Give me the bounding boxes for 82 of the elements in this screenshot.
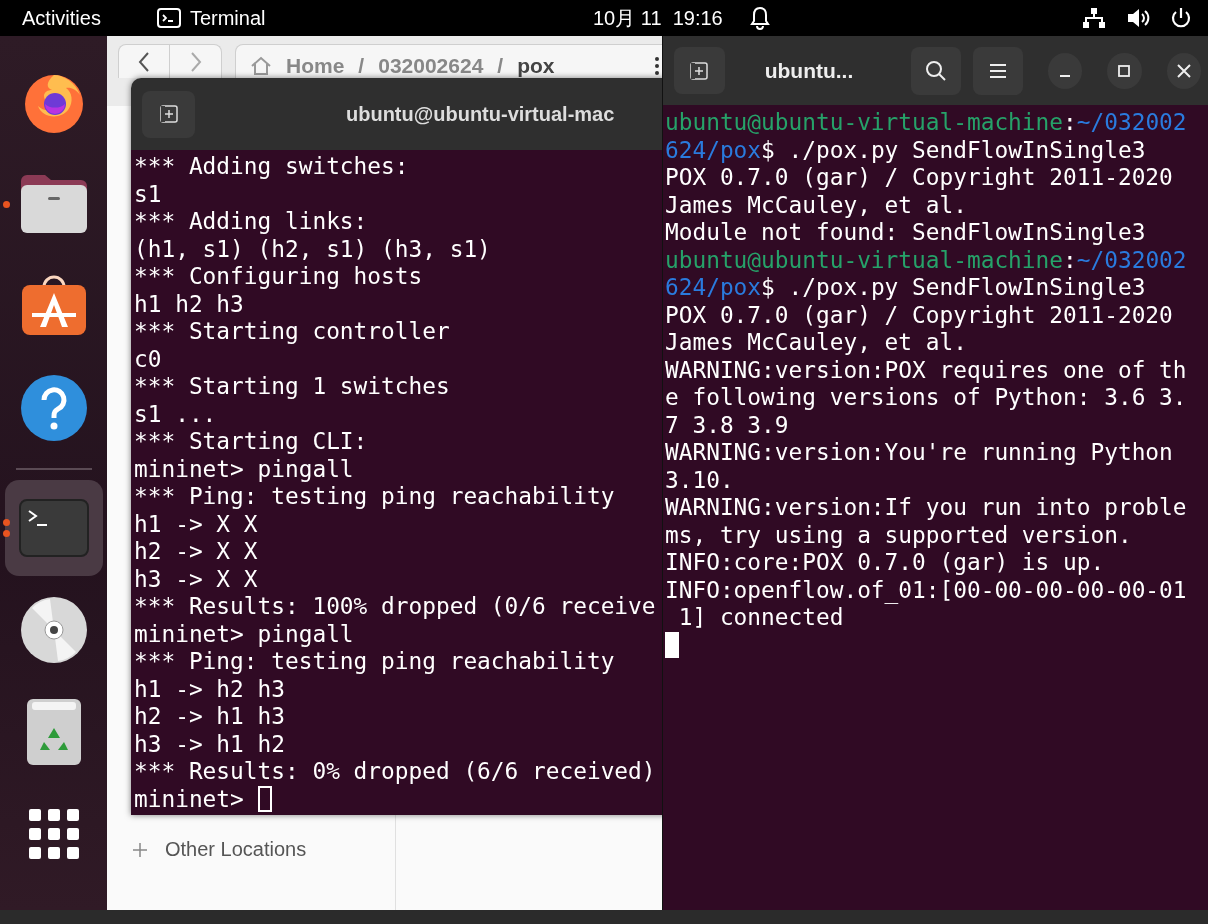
terminal-line: INFO:openflow.of_01:[00-00-00-00-00-01 [665, 576, 1187, 604]
terminal-line: ubuntu@ubuntu-virtual-machine:~/032002 [665, 246, 1187, 274]
terminal-line: h1 -> X X [134, 510, 258, 538]
home-icon [250, 55, 272, 76]
network-icon[interactable] [1082, 7, 1106, 29]
terminal-icon [156, 8, 181, 28]
terminal-line: WARNING:version:POX requires one of th [665, 356, 1187, 384]
new-tab-button[interactable] [674, 47, 725, 94]
terminal-line: mininet> pingall [134, 455, 354, 483]
clock[interactable]: 10月 11 19:16 [593, 4, 723, 32]
chevron-right-icon [189, 50, 202, 73]
plus-icon [132, 841, 148, 858]
terminal-line: INFO:core:POX 0.7.0 (gar) is up. [665, 549, 1105, 577]
disc-icon[interactable] [19, 596, 88, 664]
terminal-line: ubuntu@ubuntu-virtual-machine:~/032002 [665, 109, 1187, 137]
window-title: ubuntu@ubuntu-virtual-mac [346, 102, 615, 126]
terminal-line: James McCauley, et al. [665, 191, 967, 219]
terminal-line: e following versions of Python: 3.6 3. [665, 384, 1187, 412]
terminal-line: c0 [134, 345, 162, 373]
terminal-line: *** Results: 100% dropped (0/6 receive [134, 593, 656, 621]
terminal-line: POX 0.7.0 (gar) / Copyright 2011-2020 [665, 164, 1173, 192]
menu-icon [988, 62, 1007, 79]
help-icon[interactable] [19, 374, 88, 442]
menu-button[interactable] [973, 46, 1023, 95]
volume-icon[interactable] [1126, 7, 1150, 29]
terminal-line: ms, try using a supported version. [665, 521, 1132, 549]
window-title: ubuntu... [764, 58, 855, 83]
close-icon [1176, 63, 1191, 78]
terminal-line: h1 h2 h3 [134, 290, 244, 318]
terminal-line: 624/pox$ ./pox.py SendFlowInSingle3 [665, 136, 1146, 164]
terminal-line: 7 3.8 3.9 [665, 411, 789, 439]
app-menu-label[interactable]: Terminal [189, 6, 266, 30]
activities-button[interactable]: Activities [22, 6, 101, 30]
terminal-line: WARNING:version:You're running Python [665, 439, 1173, 467]
shopping-bag-icon[interactable] [19, 275, 88, 337]
bell-icon [748, 6, 771, 30]
terminal-line: s1 ... [134, 400, 217, 428]
terminal-line: mininet> [134, 785, 245, 813]
terminal-line: POX 0.7.0 (gar) / Copyright 2011-2020 [665, 301, 1173, 329]
minimize-icon [1059, 74, 1071, 77]
terminal-line: h2 -> h1 h3 [134, 703, 285, 731]
terminal-line: 624/pox$ ./pox.py SendFlowInSingle3 [665, 274, 1146, 302]
folder-icon[interactable] [18, 173, 89, 235]
breadcrumb[interactable]: pox [517, 53, 555, 78]
new-tab-icon [689, 60, 710, 81]
terminal-line: h2 -> X X [134, 538, 258, 566]
terminal-line: *** Configuring hosts [134, 263, 423, 291]
sidebar-item[interactable]: Other Locations [165, 838, 307, 861]
terminal-line: *** Adding links: [134, 208, 368, 236]
trash-icon[interactable] [25, 698, 82, 766]
new-tab-button[interactable] [142, 90, 195, 138]
terminal-line: *** Starting CLI: [134, 428, 368, 456]
more-icon[interactable] [654, 55, 660, 76]
terminal-line: mininet> pingall [134, 620, 354, 648]
terminal-line: WARNING:version:If you run into proble [665, 494, 1187, 522]
path-separator: / [358, 53, 365, 78]
terminal-line: 3.10. [665, 466, 734, 494]
chevron-left-icon [138, 50, 150, 73]
terminal-line: *** Ping: testing ping reachability [134, 483, 615, 511]
terminal-line: James McCauley, et al. [665, 329, 967, 357]
terminal-line: *** Ping: testing ping reachability [134, 648, 615, 676]
terminal-line: 1] connected [677, 604, 844, 632]
terminal-line: h3 -> X X [134, 565, 258, 593]
path-separator: / [497, 53, 504, 78]
power-icon[interactable] [1170, 7, 1192, 29]
terminal-line: *** Starting controller [134, 318, 450, 346]
new-tab-icon [158, 104, 179, 124]
terminal-line: *** Results: 0% dropped (6/6 received) [134, 758, 656, 786]
maximize-button[interactable] [1107, 52, 1142, 89]
terminal-line: *** Adding switches: [134, 153, 409, 181]
maximize-icon [1118, 64, 1131, 77]
terminal-line: Module not found: SendFlowInSingle3 [665, 219, 1146, 247]
terminal-line: h3 -> h1 h2 [134, 730, 285, 758]
terminal-line: *** Starting 1 switches [134, 373, 450, 401]
close-button[interactable] [1166, 52, 1201, 89]
search-icon [925, 59, 948, 82]
app-grid-icon[interactable] [28, 809, 79, 859]
terminal-line: h1 -> h2 h3 [134, 675, 285, 703]
search-button[interactable] [911, 46, 962, 95]
terminal-line: s1 [134, 180, 162, 208]
back-button[interactable] [118, 44, 170, 78]
terminal-line: (h1, s1) (h2, s1) (h3, s1) [134, 235, 491, 263]
